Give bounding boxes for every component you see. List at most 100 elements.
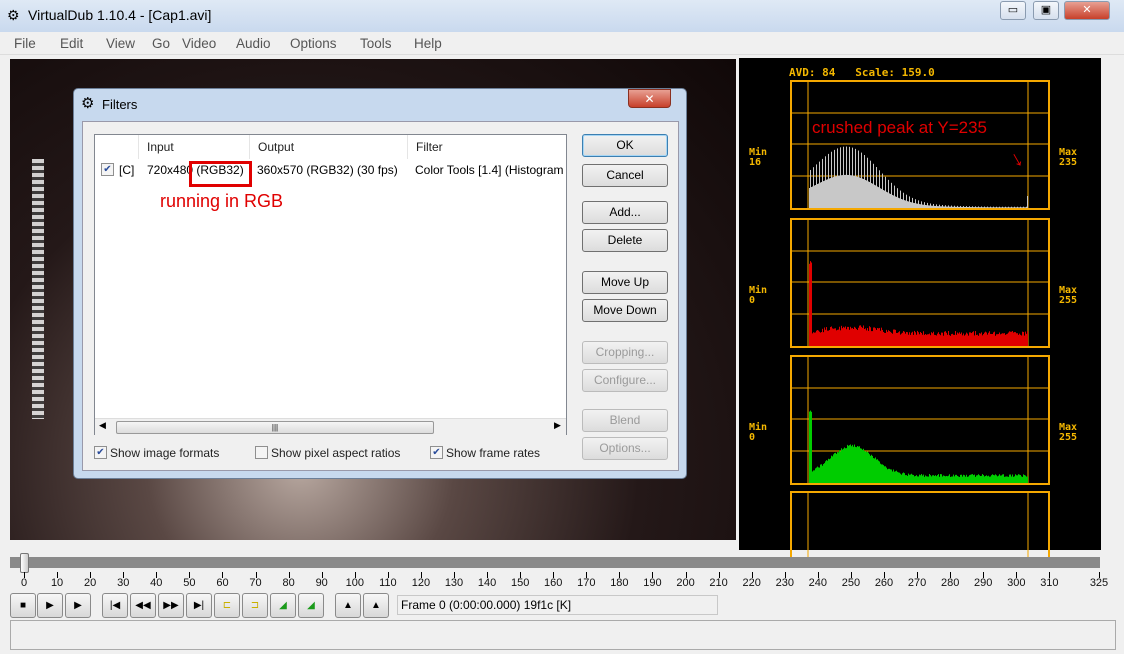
histogram-bar: [905, 334, 906, 346]
filter-list[interactable]: Input Output Filter ✔ [C] 720x480 (RGB32…: [94, 134, 567, 435]
show-frame-rates-checkbox[interactable]: ✔: [430, 446, 443, 459]
histogram-bar: [840, 330, 841, 346]
stop-button[interactable]: ■: [10, 593, 36, 618]
cropping-button[interactable]: Cropping...: [582, 341, 668, 364]
dialog-close-button[interactable]: ✕: [628, 89, 671, 108]
cancel-button[interactable]: Cancel: [582, 164, 668, 187]
next-frame-button[interactable]: ▲: [363, 593, 389, 618]
delete-button[interactable]: Delete: [582, 229, 668, 252]
horizontal-scrollbar[interactable]: ◀ ||| ▶: [95, 418, 566, 435]
histogram-bar: [878, 328, 879, 346]
mark-in-button[interactable]: ⊏: [214, 593, 240, 618]
histogram-bar: [849, 445, 850, 483]
restore-button[interactable]: ▣: [1033, 1, 1059, 20]
mark-out-button[interactable]: ⊐: [242, 593, 268, 618]
histogram-bar: [1025, 332, 1026, 346]
menu-view[interactable]: View: [106, 36, 135, 51]
histogram-bar: [970, 332, 971, 346]
histogram-bar: [898, 198, 899, 208]
ok-button[interactable]: OK: [582, 134, 668, 157]
move-down-button[interactable]: Move Down: [582, 299, 668, 322]
end-button[interactable]: ▶|: [186, 593, 212, 618]
histogram-bar: [1026, 334, 1027, 346]
menu-file[interactable]: File: [14, 36, 36, 51]
histogram-max: Max 255: [1059, 286, 1077, 306]
next-key-button[interactable]: ▶▶: [158, 593, 184, 618]
configure-button[interactable]: Configure...: [582, 369, 668, 392]
menu-audio[interactable]: Audio: [236, 36, 271, 51]
menu-go[interactable]: Go: [152, 36, 170, 51]
histogram-bar: [961, 475, 962, 483]
scroll-left-icon[interactable]: ◀: [99, 420, 106, 431]
histogram-bar: [928, 205, 929, 208]
column-header-output[interactable]: Output: [250, 135, 408, 159]
histogram-bar: [962, 335, 963, 346]
histogram-bar: [872, 184, 873, 208]
menu-options[interactable]: Options: [290, 36, 337, 51]
start-button[interactable]: |◀: [102, 593, 128, 618]
histogram-bar: [890, 332, 891, 346]
histogram-bar: [931, 206, 932, 208]
histogram-bar: [938, 206, 939, 208]
scene-prev-button[interactable]: ◢: [270, 593, 296, 618]
histogram-bar: [906, 195, 907, 208]
scrollbar-thumb[interactable]: |||: [116, 421, 434, 434]
play-input-button[interactable]: ▶: [37, 593, 63, 618]
histogram-bar: [843, 449, 844, 483]
histogram-bar: [897, 333, 898, 346]
menu-tools[interactable]: Tools: [360, 36, 392, 51]
timeline-thumb[interactable]: [20, 553, 29, 573]
prev-key-button[interactable]: ◀◀: [130, 593, 156, 618]
histogram-channel-3: [790, 491, 1050, 561]
histogram-bar: [1008, 207, 1009, 208]
minimize-button[interactable]: ▭: [1000, 1, 1026, 20]
histogram-bar: [825, 156, 826, 208]
histogram-bar: [929, 334, 930, 346]
histogram-bar: [983, 334, 984, 346]
histogram-bar: [946, 207, 947, 208]
move-up-button[interactable]: Move Up: [582, 271, 668, 294]
histogram-bar: [862, 179, 863, 208]
blend-button[interactable]: Blend: [582, 409, 668, 432]
scroll-right-icon[interactable]: ▶: [554, 420, 561, 431]
histogram-bar: [838, 452, 839, 483]
play-output-button[interactable]: ▶: [65, 593, 91, 618]
histogram-bar: [996, 207, 997, 208]
menu-video[interactable]: Video: [182, 36, 216, 51]
timeline-label: 180: [604, 577, 634, 589]
menu-help[interactable]: Help: [414, 36, 442, 51]
histogram-bar: [815, 332, 816, 346]
prev-frame-button[interactable]: ▲: [335, 593, 361, 618]
histogram-bar: [889, 193, 890, 208]
histogram-bar: [881, 464, 882, 483]
histogram-bar: [844, 175, 845, 208]
histogram-bar: [861, 153, 862, 208]
histogram-bar: [983, 207, 984, 208]
scene-next-button[interactable]: ◢: [298, 593, 324, 618]
histogram-bar: [891, 469, 892, 483]
histogram-bar: [813, 332, 814, 346]
options-button[interactable]: Options...: [582, 437, 668, 460]
timeline-track[interactable]: [10, 557, 1100, 568]
show-pixel-aspect-checkbox[interactable]: [255, 446, 268, 459]
menu-edit[interactable]: Edit: [60, 36, 83, 51]
histogram-bar: [864, 451, 865, 483]
timeline-label: 120: [406, 577, 436, 589]
filter-enable-checkbox[interactable]: ✔: [101, 163, 114, 176]
histogram-bar: [1014, 332, 1015, 346]
close-button[interactable]: ✕: [1064, 1, 1110, 20]
column-header-input[interactable]: Input: [139, 135, 250, 159]
column-header-filter[interactable]: Filter: [408, 135, 568, 159]
histogram-bar: [899, 473, 900, 483]
show-image-formats-checkbox[interactable]: ✔: [94, 446, 107, 459]
filter-row[interactable]: ✔ [C] 720x480 (RGB32) 360x570 (RGB32) (3…: [95, 159, 566, 181]
app-icon: ⚙: [7, 7, 20, 24]
histogram-bar: [877, 328, 878, 346]
histogram-bar: [861, 327, 862, 346]
histogram-bar: [923, 205, 924, 208]
histogram-channel-2: [790, 355, 1050, 485]
histogram-bar: [893, 470, 894, 483]
histogram-bar: [1002, 474, 1003, 483]
add-button[interactable]: Add...: [582, 201, 668, 224]
histogram-bar: [820, 465, 821, 483]
